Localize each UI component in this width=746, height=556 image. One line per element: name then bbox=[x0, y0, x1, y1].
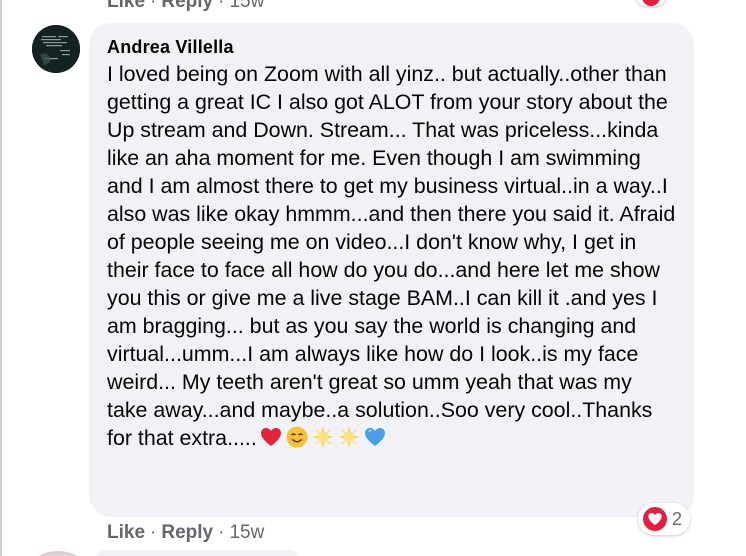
like-button[interactable]: Like bbox=[107, 522, 145, 543]
reply-button[interactable]: Reply bbox=[161, 522, 213, 543]
sun-emoji bbox=[311, 425, 335, 449]
separator: · bbox=[150, 522, 157, 543]
separator: · bbox=[218, 0, 225, 12]
comment-text: I loved being on Zoom with all yinz.. bu… bbox=[107, 62, 676, 450]
comment-body: I loved being on Zoom with all yinz.. bu… bbox=[107, 60, 678, 452]
previous-reaction-badge[interactable] bbox=[636, 0, 666, 6]
smiling-face-emoji bbox=[285, 425, 309, 449]
reaction-count-badge[interactable]: 2 bbox=[638, 503, 691, 535]
next-comment-avatar[interactable] bbox=[34, 551, 82, 556]
blue-heart-emoji bbox=[363, 425, 387, 449]
previous-comment-actions: Like · Reply · 15w bbox=[107, 0, 264, 13]
thread-line bbox=[0, 0, 2, 556]
timestamp-link[interactable]: 15w bbox=[229, 0, 264, 12]
reply-button[interactable]: Reply bbox=[161, 0, 213, 12]
separator: · bbox=[218, 522, 225, 543]
separator: · bbox=[150, 0, 157, 12]
like-button[interactable]: Like bbox=[107, 0, 145, 12]
heart-icon bbox=[642, 0, 660, 6]
sun-emoji bbox=[337, 425, 361, 449]
reaction-count: 2 bbox=[672, 508, 683, 529]
comment-actions: Like · Reply · 15w bbox=[107, 522, 264, 544]
red-heart-emoji bbox=[259, 425, 283, 449]
heart-icon bbox=[643, 507, 667, 531]
avatar[interactable] bbox=[32, 25, 80, 73]
comment-bubble: Andrea Villella I loved being on Zoom wi… bbox=[89, 23, 694, 517]
comment-thread: Like · Reply · 15w Andrea Villella I loved b… bbox=[0, 0, 746, 556]
emoji-row bbox=[259, 425, 387, 449]
timestamp-link[interactable]: 15w bbox=[229, 522, 264, 543]
comment-author-name[interactable]: Andrea Villella bbox=[107, 36, 678, 58]
next-comment-bubble bbox=[95, 550, 300, 556]
